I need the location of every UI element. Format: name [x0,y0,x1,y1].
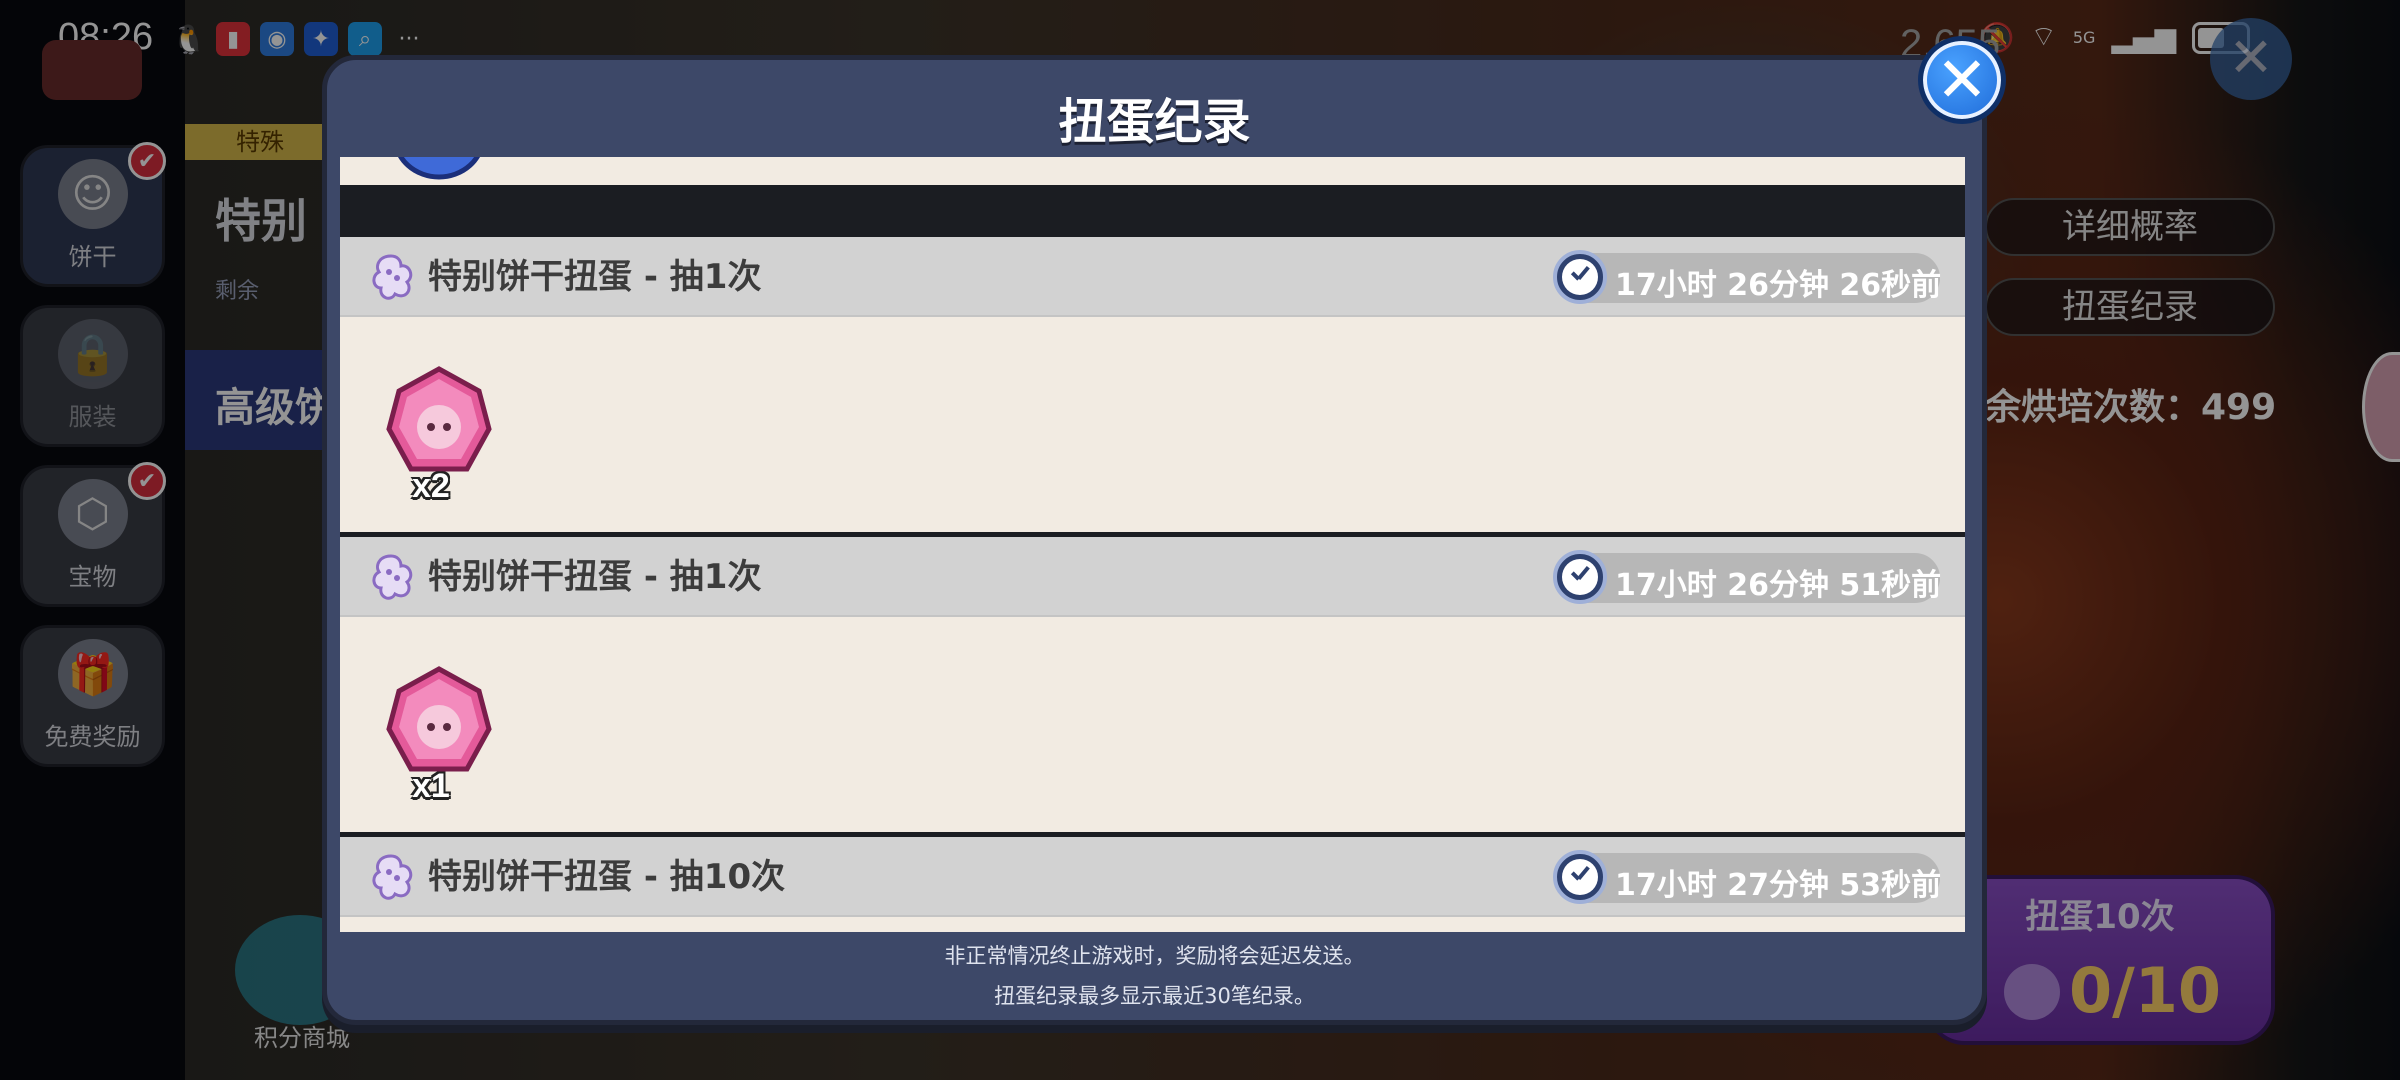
list-item: 特别饼干扭蛋 - 抽1次 17小时 26分钟 51秒前 x1 [340,537,1965,832]
record-list[interactable]: x2 特别饼干扭蛋 - 抽1次 17小时 26分钟 26秒前 x2 [340,157,1965,932]
footer-note-delay: 非正常情况终止游戏时，奖励将会延迟发送。 [944,944,1365,968]
time-ago-pill: 17小时 26分钟 26秒前 [1553,250,1942,304]
footer-note-limit: 扭蛋纪录最多显示最近30笔纪录。 [994,984,1315,1008]
list-item: 特别饼干扭蛋 - 抽1次 17小时 26分钟 26秒前 x2 [340,237,1965,532]
record-body: x1 [340,617,1965,832]
time-ago-pill: 17小时 26分钟 51秒前 [1553,550,1942,604]
blue-reward-icon [385,157,493,185]
reward-quantity: x1 [412,767,450,805]
clock-icon [1553,550,1607,604]
pink-cookie-soulstone-icon [385,365,493,483]
cookie-gacha-icon [365,552,417,604]
record-title: 特别饼干扭蛋 - 抽10次 [428,857,786,897]
record-header: 特别饼干扭蛋 - 抽1次 17小时 26分钟 26秒前 [340,237,1965,317]
list-item: x2 [340,157,1965,185]
record-title: 特别饼干扭蛋 - 抽1次 [428,257,762,297]
clock-icon [1553,850,1607,904]
record-title: 特别饼干扭蛋 - 抽1次 [428,557,762,597]
record-header: 特别饼干扭蛋 - 抽1次 17小时 26分钟 51秒前 [340,537,1965,617]
record-time: 17小时 26分钟 51秒前 [1615,568,1942,603]
close-icon: ✕ [1936,43,1988,116]
record-time: 17小时 27分钟 53秒前 [1615,868,1942,903]
list-item: 特别饼干扭蛋 - 抽10次 17小时 27分钟 53秒前 [340,837,1965,932]
reward-quantity: x2 [412,467,450,505]
dialog-title: 扭蛋纪录 [1058,94,1251,150]
time-ago-pill: 17小时 27分钟 53秒前 [1553,850,1942,904]
record-header: 特别饼干扭蛋 - 抽10次 17小时 27分钟 53秒前 [340,837,1965,917]
cookie-gacha-icon [365,852,417,904]
close-button[interactable]: ✕ [1918,36,2006,124]
record-time: 17小时 26分钟 26秒前 [1615,268,1942,303]
pink-cookie-soulstone-icon [385,665,493,783]
cookie-gacha-icon [365,252,417,304]
clock-icon [1553,250,1607,304]
record-body: x2 [340,317,1965,532]
